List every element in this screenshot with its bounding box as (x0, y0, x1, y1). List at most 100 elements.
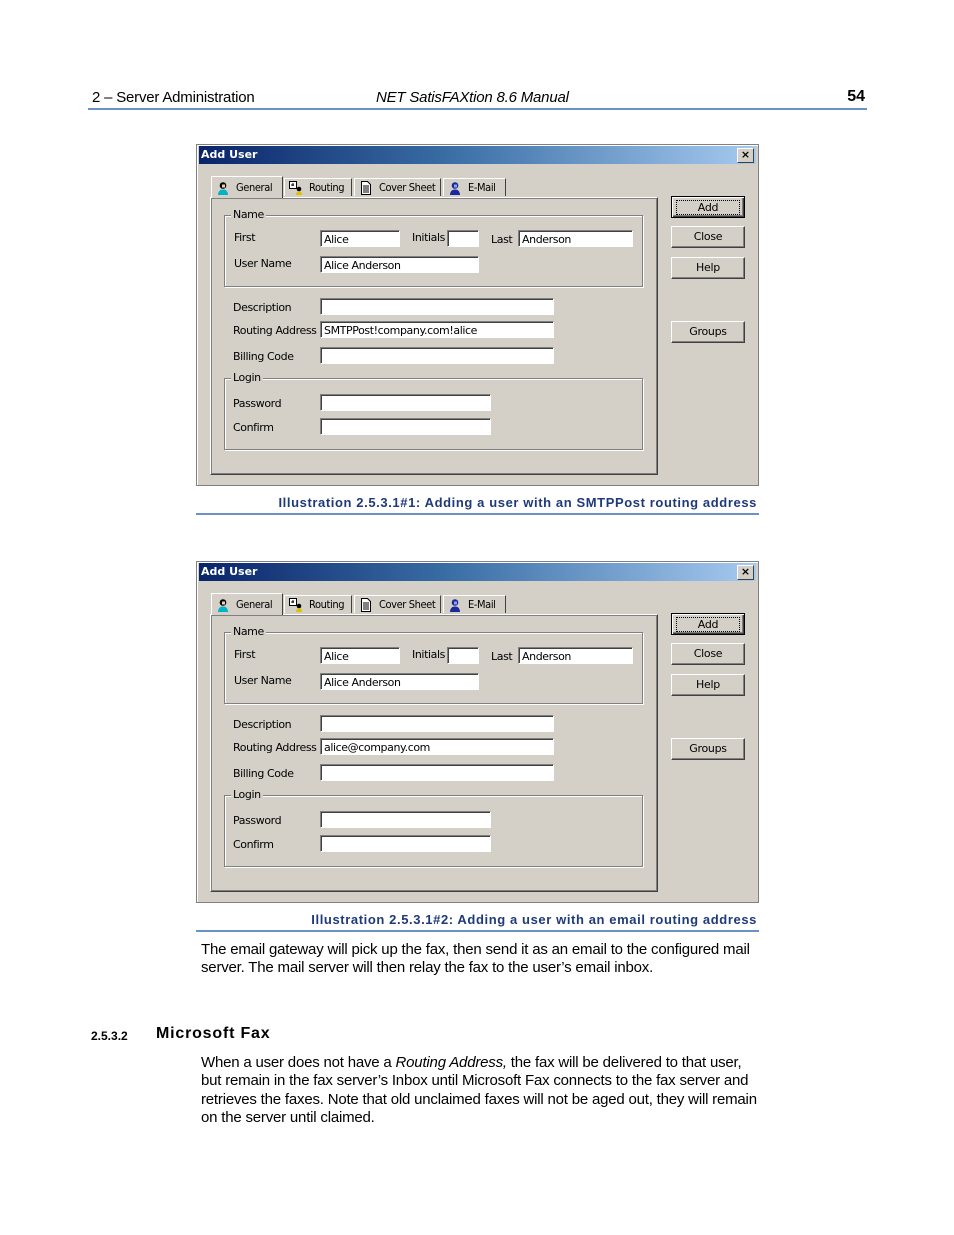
caption-text: Illustration 2.5.3.1#1: Adding a user wi… (278, 495, 757, 510)
name-group: Name (224, 208, 643, 287)
routing-address-label: Routing Address (233, 324, 317, 337)
description-label: Description (233, 301, 292, 314)
billing-code-field[interactable] (320, 764, 554, 781)
email-user-icon (450, 598, 460, 612)
paragraph-text: When a user does not have a (201, 1054, 396, 1071)
tab-label: Cover Sheet (379, 598, 436, 611)
routing-icon (289, 180, 302, 195)
initials-label: Initials (412, 648, 445, 661)
illustration-caption: Illustration 2.5.3.1#2: Adding a user wi… (196, 912, 759, 932)
routing-address-term: Routing Address, (395, 1054, 508, 1071)
name-group-legend: Name (231, 625, 266, 638)
login-group-legend: Login (231, 788, 263, 801)
last-name-field[interactable]: Anderson (518, 647, 633, 664)
initials-label: Initials (412, 231, 445, 244)
section-number: 2.5.3.2 (91, 1029, 128, 1043)
close-window-button[interactable]: × (737, 148, 754, 163)
illustration-caption: Illustration 2.5.3.1#1: Adding a user wi… (196, 495, 759, 515)
add-button-label: Add (676, 200, 740, 215)
username-field[interactable]: Alice Anderson (320, 256, 479, 273)
groups-button[interactable]: Groups (671, 738, 745, 760)
tab-label: E-Mail (468, 598, 496, 611)
routing-address-field[interactable]: SMTPPost!company.com!alice (320, 321, 554, 338)
tab-general[interactable]: General (211, 593, 283, 615)
routing-icon (289, 597, 302, 612)
last-name-field[interactable]: Anderson (518, 230, 633, 247)
user-icon (218, 598, 228, 612)
chapter-title: 2 – Server Administration (92, 89, 255, 106)
close-icon: × (740, 565, 751, 578)
confirm-password-field[interactable] (320, 418, 491, 435)
page-header: 2 – Server Administration NET SatisFAXti… (88, 88, 867, 110)
first-name-label: First (234, 231, 256, 244)
name-group: Name (224, 625, 643, 704)
username-field[interactable]: Alice Anderson (320, 673, 479, 690)
description-field[interactable] (320, 715, 554, 732)
initials-field[interactable] (447, 647, 479, 664)
page-number: 54 (847, 88, 865, 105)
body-paragraph: When a user does not have a Routing Addr… (201, 1054, 761, 1127)
last-name-label: Last (491, 233, 513, 246)
username-label: User Name (234, 674, 292, 687)
tab-label: General (236, 598, 273, 611)
password-field[interactable] (320, 394, 491, 411)
body-paragraph: The email gateway will pick up the fax, … (201, 941, 750, 977)
email-user-icon (450, 181, 460, 195)
close-icon: × (740, 148, 751, 161)
close-button[interactable]: Close (671, 226, 745, 248)
password-label: Password (233, 397, 282, 410)
billing-code-label: Billing Code (233, 350, 294, 363)
login-group-legend: Login (231, 371, 263, 384)
tab-label: General (236, 181, 273, 194)
dialog-title: Add User (201, 148, 258, 161)
close-window-button[interactable]: × (737, 565, 754, 580)
add-button[interactable]: Add (671, 196, 745, 218)
initials-field[interactable] (447, 230, 479, 247)
title-bar[interactable]: Add User × (199, 563, 756, 581)
tab-email[interactable]: E-Mail (443, 178, 506, 196)
routing-address-label: Routing Address (233, 741, 317, 754)
help-button[interactable]: Help (671, 674, 745, 696)
billing-code-label: Billing Code (233, 767, 294, 780)
tab-general[interactable]: General (211, 176, 283, 198)
last-name-label: Last (491, 650, 513, 663)
user-icon (218, 181, 228, 195)
first-name-field[interactable]: Alice (320, 647, 400, 664)
description-label: Description (233, 718, 292, 731)
login-group: Login (224, 371, 643, 450)
help-button[interactable]: Help (671, 257, 745, 279)
tab-label: Cover Sheet (379, 181, 436, 194)
section-title: Microsoft Fax (156, 1025, 271, 1042)
routing-address-field[interactable]: alice@company.com (320, 738, 554, 755)
confirm-password-field[interactable] (320, 835, 491, 852)
tab-email[interactable]: E-Mail (443, 595, 506, 613)
billing-code-field[interactable] (320, 347, 554, 364)
tab-cover-sheet[interactable]: Cover Sheet (354, 595, 441, 613)
add-user-dialog: Add User × General Routing Cover Sheet E… (196, 144, 759, 486)
first-name-field[interactable]: Alice (320, 230, 400, 247)
confirm-label: Confirm (233, 421, 274, 434)
login-group: Login (224, 788, 643, 867)
password-label: Password (233, 814, 282, 827)
tab-routing[interactable]: Routing (284, 595, 352, 613)
groups-button[interactable]: Groups (671, 321, 745, 343)
manual-title: NET SatisFAXtion 8.6 Manual (376, 89, 569, 106)
add-button[interactable]: Add (671, 613, 745, 635)
close-button[interactable]: Close (671, 643, 745, 665)
username-label: User Name (234, 257, 292, 270)
name-group-legend: Name (231, 208, 266, 221)
password-field[interactable] (320, 811, 491, 828)
dialog-title: Add User (201, 565, 258, 578)
tab-routing[interactable]: Routing (284, 178, 352, 196)
title-bar[interactable]: Add User × (199, 146, 756, 164)
tab-label: Routing (309, 181, 345, 194)
tab-label: E-Mail (468, 181, 496, 194)
document-icon (361, 597, 371, 612)
tab-label: Routing (309, 598, 345, 611)
caption-text: Illustration 2.5.3.1#2: Adding a user wi… (311, 912, 757, 927)
tab-cover-sheet[interactable]: Cover Sheet (354, 178, 441, 196)
description-field[interactable] (320, 298, 554, 315)
document-icon (361, 180, 371, 195)
first-name-label: First (234, 648, 256, 661)
add-button-label: Add (676, 617, 740, 632)
